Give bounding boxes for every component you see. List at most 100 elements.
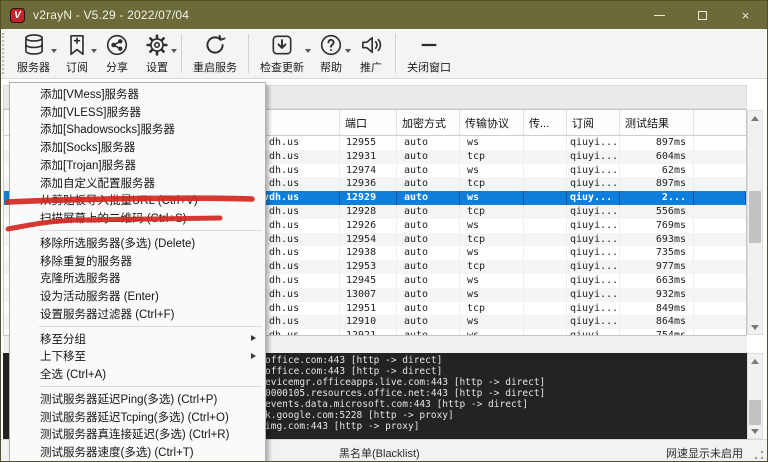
scroll-up-icon[interactable] bbox=[748, 111, 762, 125]
promotion-button[interactable]: 推广 bbox=[351, 29, 391, 78]
scrollbar-thumb[interactable] bbox=[749, 400, 761, 425]
table-cell-filler bbox=[694, 302, 746, 316]
menu-item[interactable]: 测试服务器真连接延迟(多选) (Ctrl+R) bbox=[10, 426, 265, 444]
subscription-button[interactable]: 订阅 bbox=[57, 29, 97, 78]
menu-item[interactable]: 从剪贴板导入批量URL (Ctrl+V) bbox=[10, 192, 265, 210]
table-cell-net: tcp bbox=[460, 302, 524, 316]
table-cell-port: 12974 bbox=[340, 164, 397, 178]
menu-item-label: 克隆所选服务器 bbox=[40, 270, 121, 286]
help-label: 帮助 bbox=[320, 59, 342, 75]
table-cell-enc: auto bbox=[397, 288, 460, 302]
column-header[interactable]: 订阅 bbox=[567, 110, 620, 135]
log-line: office.com:443 [http -> direct] bbox=[265, 355, 747, 366]
menu-item[interactable]: 测试服务器速度(多选) (Ctrl+T) bbox=[10, 443, 265, 461]
restart-service-label: 重启服务 bbox=[193, 59, 237, 75]
menu-item[interactable]: 添加[Shadowsocks]服务器 bbox=[10, 121, 265, 139]
table-cell-net: ws bbox=[460, 219, 524, 233]
scroll-up-icon[interactable] bbox=[748, 354, 762, 368]
table-cell-net: ws bbox=[460, 329, 524, 336]
close-button[interactable]: × bbox=[724, 1, 767, 29]
table-cell-tls bbox=[524, 205, 567, 219]
menu-item-label: 从剪贴板导入批量URL (Ctrl+V) bbox=[40, 192, 198, 208]
log-line: office.com:443 [http -> direct] bbox=[265, 366, 747, 377]
settings-label: 设置 bbox=[146, 59, 168, 75]
menu-item[interactable]: 上下移至 bbox=[10, 348, 265, 366]
table-cell-filler bbox=[694, 288, 746, 302]
column-header[interactable]: 测试结果 bbox=[620, 110, 694, 135]
table-cell-net: ws bbox=[460, 246, 524, 260]
table-cell-sub: qiuyi... bbox=[567, 205, 620, 219]
menu-item-label: 添加[VMess]服务器 bbox=[40, 86, 139, 102]
menu-item-label: 测试服务器延迟Tcping(多选) (Ctrl+O) bbox=[40, 409, 229, 425]
table-cell-sub: qiuyi... bbox=[567, 233, 620, 247]
column-header[interactable] bbox=[694, 110, 746, 135]
column-header[interactable]: 加密方式 bbox=[397, 110, 460, 135]
table-cell-tls bbox=[524, 177, 567, 191]
menu-item[interactable]: 克隆所选服务器 bbox=[10, 270, 265, 288]
menu-item[interactable]: 设置服务器过滤器 (Ctrl+F) bbox=[10, 305, 265, 323]
menu-item[interactable]: 设为活动服务器 (Enter) bbox=[10, 287, 265, 305]
question-circle-icon bbox=[318, 31, 344, 58]
table-cell-tls bbox=[524, 288, 567, 302]
menu-separator bbox=[39, 326, 262, 327]
table-cell-sub: qiuyi... bbox=[567, 274, 620, 288]
log-scrollbar[interactable] bbox=[747, 353, 763, 439]
menu-item[interactable]: 移除所选服务器(多选) (Delete) bbox=[10, 234, 265, 252]
menu-item[interactable]: 移除重复的服务器 bbox=[10, 252, 265, 270]
table-cell-filler bbox=[694, 150, 746, 164]
menu-item[interactable]: 移至分组 bbox=[10, 330, 265, 348]
table-cell-port: 12921 bbox=[340, 329, 397, 336]
table-cell-net: tcp bbox=[460, 260, 524, 274]
close-window-button[interactable]: 关闭窗口 bbox=[400, 29, 458, 78]
routing-mode-label[interactable]: 黑名单(Blacklist) bbox=[339, 445, 420, 461]
menu-item-label: 移至分组 bbox=[40, 331, 86, 347]
table-cell-enc: auto bbox=[397, 274, 460, 288]
menu-item[interactable]: 测试服务器延迟Tcping(多选) (Ctrl+O) bbox=[10, 408, 265, 426]
restart-service-button[interactable]: 重启服务 bbox=[186, 29, 244, 78]
menu-item[interactable]: 全选 (Ctrl+A) bbox=[10, 365, 265, 383]
table-cell-filler bbox=[694, 164, 746, 178]
help-button[interactable]: 帮助 bbox=[311, 29, 351, 78]
table-cell-net: ws bbox=[460, 288, 524, 302]
toolbar-grip bbox=[2, 33, 9, 74]
menu-item[interactable]: 扫描屏幕上的二维码 (Ctrl+S) bbox=[10, 209, 265, 227]
table-cell-tls bbox=[524, 329, 567, 336]
table-cell-sub: qiuy... bbox=[567, 191, 620, 205]
log-line: evicemgr.officeapps.live.com:443 [http -… bbox=[265, 377, 747, 388]
maximize-button[interactable] bbox=[681, 1, 724, 29]
table-cell-port: 12955 bbox=[340, 136, 397, 150]
server-list-scrollbar[interactable] bbox=[747, 110, 763, 335]
menu-item-label: 移除重复的服务器 bbox=[40, 253, 132, 269]
resize-grip[interactable] bbox=[754, 450, 764, 460]
table-cell-filler bbox=[694, 274, 746, 288]
toolbar-separator bbox=[181, 34, 182, 73]
table-cell-port: 12931 bbox=[340, 150, 397, 164]
share-button[interactable]: 分享 bbox=[97, 29, 137, 78]
column-header[interactable]: 端口 bbox=[340, 110, 397, 135]
column-header[interactable]: 传... bbox=[524, 110, 567, 135]
table-cell-port: 12910 bbox=[340, 315, 397, 329]
table-cell-filler bbox=[694, 246, 746, 260]
minimize-button[interactable] bbox=[638, 1, 681, 29]
menu-item[interactable]: 添加[VMess]服务器 bbox=[10, 85, 265, 103]
column-header[interactable]: 传输协议 bbox=[460, 110, 524, 135]
menu-item-label: 全选 (Ctrl+A) bbox=[40, 366, 106, 382]
menu-item[interactable]: 测试服务器延迟Ping(多选) (Ctrl+P) bbox=[10, 390, 265, 408]
scroll-down-icon[interactable] bbox=[748, 424, 762, 438]
servers-button[interactable]: 服务器 bbox=[10, 29, 57, 78]
table-cell-tls bbox=[524, 136, 567, 150]
menu-item[interactable]: 添加[Trojan]服务器 bbox=[10, 156, 265, 174]
netspeed-status-label[interactable]: 网速显示未启用 bbox=[666, 445, 743, 461]
menu-item-label: 添加[VLESS]服务器 bbox=[40, 104, 141, 120]
settings-button[interactable]: 设置 bbox=[137, 29, 177, 78]
table-cell-net: ws bbox=[460, 315, 524, 329]
scrollbar-thumb[interactable] bbox=[749, 191, 761, 243]
menu-item[interactable]: 添加[Socks]服务器 bbox=[10, 138, 265, 156]
menu-item-label: 设为活动服务器 (Enter) bbox=[40, 288, 159, 304]
menu-item-label: 设置服务器过滤器 (Ctrl+F) bbox=[40, 306, 174, 322]
check-update-button[interactable]: 检查更新 bbox=[253, 29, 311, 78]
scroll-down-icon[interactable] bbox=[748, 320, 762, 334]
table-cell-filler bbox=[694, 219, 746, 233]
menu-item[interactable]: 添加[VLESS]服务器 bbox=[10, 103, 265, 121]
menu-item[interactable]: 添加自定义配置服务器 bbox=[10, 174, 265, 192]
